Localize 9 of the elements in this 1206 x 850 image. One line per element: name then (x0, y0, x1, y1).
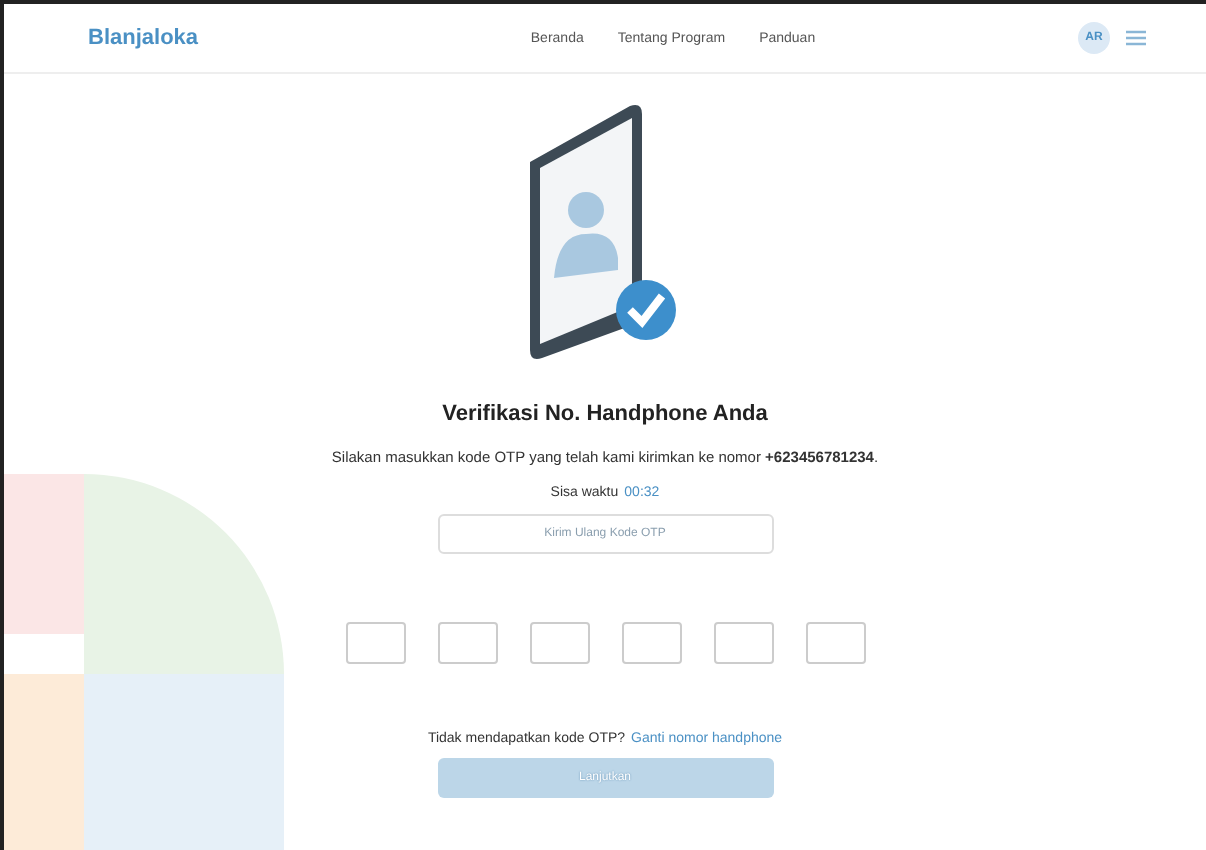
otp-digit-field[interactable] (437, 622, 497, 664)
menu-icon[interactable] (1126, 30, 1146, 46)
otp-digit-field[interactable] (713, 622, 773, 664)
otp-digit-field[interactable] (529, 622, 589, 664)
otp-digit-field[interactable] (345, 622, 405, 664)
brand-logo[interactable]: Blanjaloka (88, 26, 388, 50)
page-title: Verifikasi No. Handphone Anda (442, 402, 768, 426)
otp-digit-field[interactable] (805, 622, 865, 664)
otp-digit-field[interactable] (621, 622, 681, 664)
